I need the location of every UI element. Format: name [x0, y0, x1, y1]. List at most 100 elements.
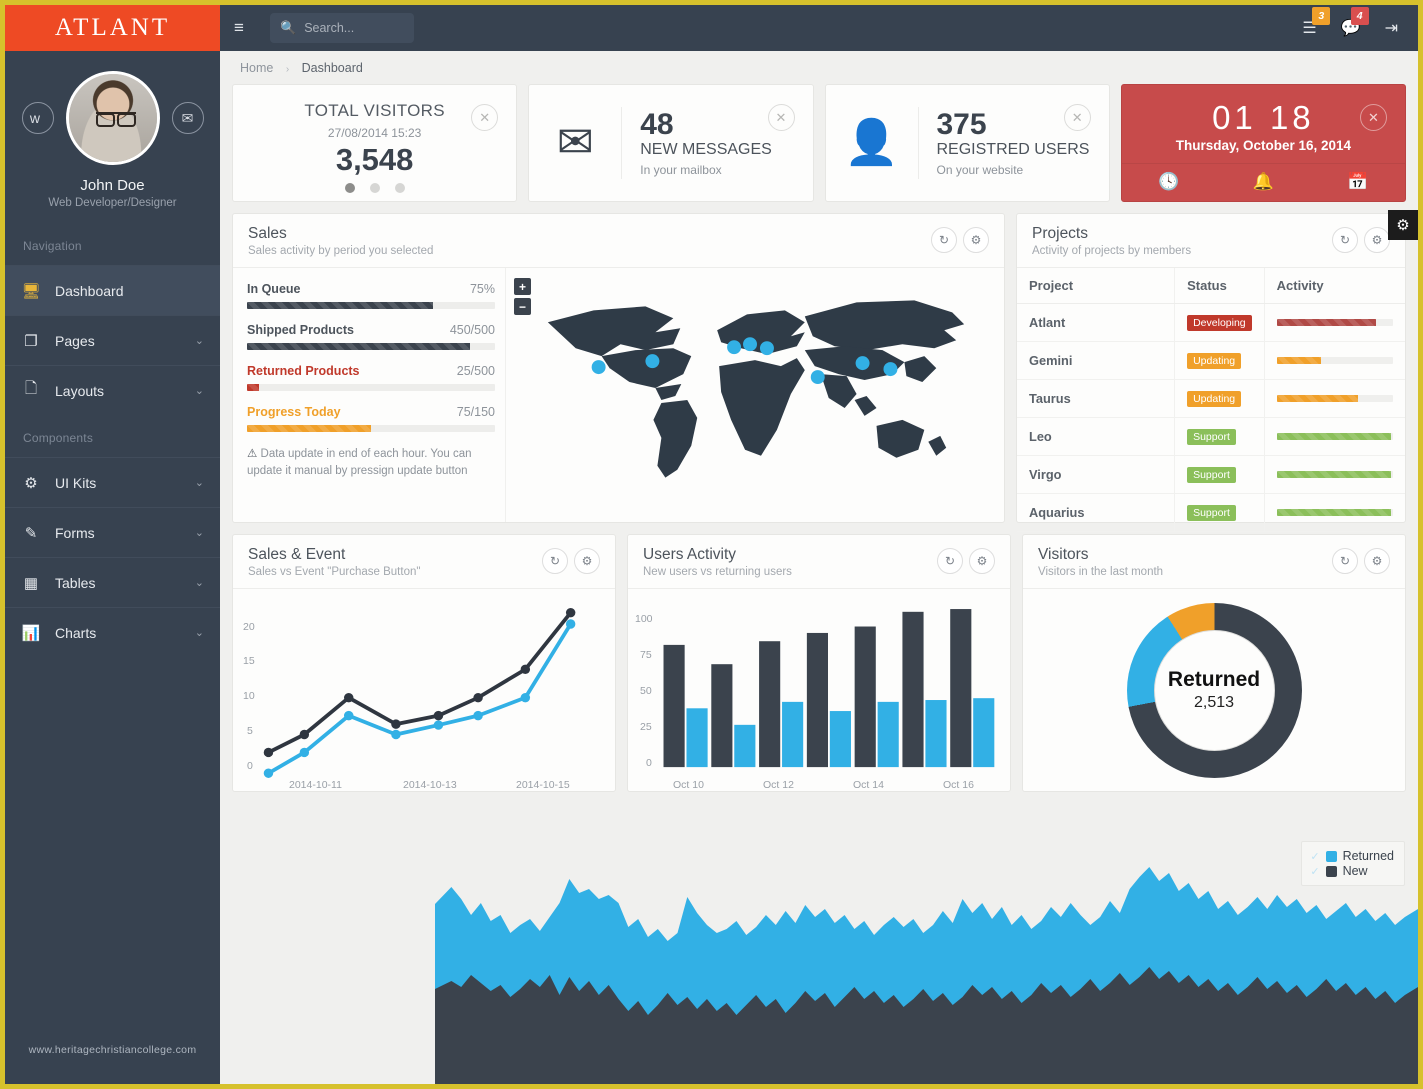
gear-icon[interactable]: ⚙ [969, 548, 995, 574]
progress-value: 75/150 [456, 405, 495, 419]
x-tick: Oct 10 [673, 779, 704, 791]
bar-chart-icon: 📊 [21, 624, 41, 642]
refresh-icon[interactable]: ↻ [542, 548, 568, 574]
breadcrumb-current: Dashboard [301, 60, 363, 75]
y-tick: 20 [243, 621, 255, 633]
gear-icon[interactable]: ⚙ [1364, 227, 1390, 253]
table-header-row: Project Status Activity [1017, 268, 1405, 304]
sidebar-item-charts[interactable]: 📊 Charts ⌄ [5, 607, 220, 657]
close-icon[interactable]: ✕ [1360, 104, 1387, 131]
messages-icon[interactable]: 💬 4 [1341, 7, 1369, 38]
sidebar-item-ui-kits[interactable]: ⚙ UI Kits ⌄ [5, 457, 220, 507]
progress-label: Progress Today [247, 405, 341, 419]
activity-bar [1276, 471, 1393, 478]
world-map-svg [547, 300, 965, 478]
panel-title: Sales & Event [248, 546, 346, 563]
sidebar-item-pages[interactable]: ❐ Pages ⌄ [5, 315, 220, 365]
y-tick: 0 [646, 757, 652, 769]
envelope-icon: ✉ [556, 118, 594, 167]
y-tick: 5 [247, 725, 253, 737]
sidebar-item-forms[interactable]: ✎ Forms ⌄ [5, 507, 220, 557]
progress-fill [247, 343, 471, 350]
y-tick: 25 [640, 721, 652, 733]
column-header-status: Status [1174, 268, 1265, 304]
panel-subtitle: New users vs returning users [643, 566, 792, 578]
legend-item-returned[interactable]: ✓ Returned [1310, 849, 1394, 863]
settings-tab-gears-icon[interactable]: ⚙ [1388, 210, 1418, 240]
table-row[interactable]: Gemini Updating [1017, 341, 1405, 380]
bell-icon[interactable]: 🔔 [1216, 172, 1310, 192]
sidebar-item-label: Charts [55, 624, 97, 641]
main-area: ≡ 🔍 ☰ 3 💬 4 ⇥ Home › Dashboard [220, 5, 1418, 1084]
activity-bar [1276, 357, 1393, 364]
table-row[interactable]: Virgo Support [1017, 455, 1405, 494]
close-icon[interactable]: ✕ [1063, 104, 1091, 131]
activity-bar [1276, 433, 1393, 440]
cell-project: Gemini [1017, 341, 1175, 380]
cell-project: Virgo [1017, 455, 1175, 494]
carousel-dot[interactable] [344, 183, 355, 193]
cell-project: Taurus [1017, 379, 1175, 418]
sidebar-item-layouts[interactable]: 🗋 Layouts ⌄ [5, 365, 220, 415]
refresh-icon[interactable]: ↻ [937, 548, 963, 574]
sidebar-item-dashboard[interactable]: 🖥 Dashboard [5, 265, 220, 315]
profile-message-icon[interactable]: ✉ [171, 102, 204, 134]
breadcrumb-home[interactable]: Home [240, 61, 273, 75]
gear-icon[interactable]: ⚙ [1364, 548, 1390, 574]
progress-fill [247, 425, 371, 432]
status-badge: Developing [1187, 315, 1252, 331]
table-row[interactable]: Leo Support [1017, 417, 1405, 456]
carousel-dots[interactable] [233, 183, 516, 193]
progress-value: 450/500 [449, 323, 495, 337]
activity-bar [1276, 319, 1393, 326]
panel-title: Users Activity [643, 546, 737, 563]
panel-subtitle: Activity of projects by members [1032, 245, 1192, 257]
table-row[interactable]: Atlant Developing [1017, 303, 1405, 342]
gear-icon[interactable]: ⚙ [574, 548, 600, 574]
status-badge: Support [1187, 429, 1236, 445]
donut-center: Returned 2,513 [1153, 629, 1275, 751]
search-input[interactable] [304, 21, 404, 35]
gears-icon: ⚙ [24, 474, 38, 492]
refresh-icon[interactable]: ↻ [1332, 227, 1358, 253]
chevron-down-icon: ⌄ [194, 627, 204, 639]
brand-logo[interactable]: ATLANT [5, 5, 220, 51]
donut-value: 2,513 [1193, 694, 1235, 711]
calendar-icon[interactable]: 📅 [1311, 172, 1405, 192]
profile-info-icon[interactable]: w [21, 102, 54, 134]
card-sub: In your mailbox [640, 163, 722, 178]
sidebar-item-tables[interactable]: ▦ Tables ⌄ [5, 557, 220, 607]
sidebar-item-label: Layouts [55, 382, 105, 399]
chevron-down-icon: ⌄ [194, 477, 204, 489]
sidebar-toggle-icon[interactable]: ≡ [234, 18, 256, 38]
chevron-down-icon: ⌄ [194, 385, 204, 397]
close-icon[interactable]: ✕ [767, 104, 795, 131]
chevron-down-icon: ⌄ [194, 527, 204, 539]
cell-project: Atlant [1017, 303, 1175, 342]
card-value: 3,548 [335, 142, 414, 177]
sales-progress-list: In Queue 75% Shipped Products 450/500 Re… [233, 268, 505, 522]
clock-icon[interactable]: 🕓 [1122, 172, 1216, 192]
sidebar-item-label: Pages [55, 332, 95, 349]
tasks-icon[interactable]: ☰ 3 [1302, 7, 1331, 38]
progress-value: 75% [469, 282, 495, 296]
gear-icon[interactable]: ⚙ [963, 227, 989, 253]
status-badge: Support [1187, 505, 1236, 521]
progress-track [247, 425, 495, 432]
logout-icon[interactable]: ⇥ [1385, 18, 1398, 38]
cell-project: Aquarius [1017, 493, 1175, 532]
refresh-icon[interactable]: ↻ [1332, 548, 1358, 574]
table-row[interactable]: Taurus Updating [1017, 379, 1405, 418]
carousel-dot[interactable] [369, 183, 380, 193]
topbar: ≡ 🔍 ☰ 3 💬 4 ⇥ [220, 5, 1418, 51]
legend-item-new[interactable]: ✓ New [1310, 864, 1394, 878]
charts-row: Sales & Event Sales vs Event "Purchase B… [232, 534, 1406, 792]
progress-track [247, 302, 495, 309]
carousel-dot[interactable] [394, 183, 405, 193]
refresh-icon[interactable]: ↻ [931, 227, 957, 253]
sidebar: ATLANT w ✉ John Doe Web Developer/Design… [5, 5, 220, 1084]
world-map[interactable]: + − [505, 268, 1004, 522]
cell-project: Leo [1017, 417, 1175, 456]
search-box[interactable]: 🔍 [270, 13, 414, 43]
table-row[interactable]: Aquarius Support [1017, 493, 1405, 532]
